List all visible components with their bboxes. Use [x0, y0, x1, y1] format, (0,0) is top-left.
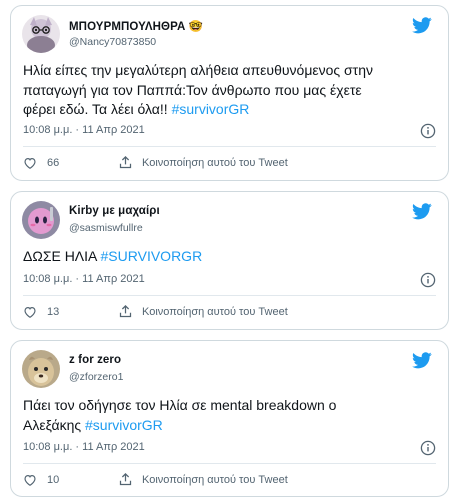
heart-icon	[24, 475, 36, 486]
share-icon	[119, 472, 132, 486]
display-name[interactable]: ΜΠΟΥΡΜΠΟΥΛΗΘΡΑ 🤓	[69, 19, 203, 33]
display-name[interactable]: z for zero	[69, 354, 121, 366]
tweet-meta: 10:08 μ.μ. · 11 Απρ 2021	[23, 440, 436, 456]
hashtag-link[interactable]: #survivorGR	[172, 101, 250, 117]
heart-icon	[24, 307, 36, 318]
hashtag-link[interactable]: #survivorGR	[85, 417, 163, 433]
tweet-meta: 10:08 μ.μ. · 11 Απρ 2021	[23, 123, 436, 139]
timestamp[interactable]: 10:08 μ.μ. · 11 Απρ 2021	[23, 124, 145, 136]
tweet-actions: 66 Κοινοποίηση αυτού του Tweet	[23, 154, 436, 172]
hashtag-link[interactable]: #SURVIVORGR	[101, 248, 203, 264]
info-icon[interactable]	[420, 272, 436, 288]
divider	[23, 463, 436, 464]
like-count: 66	[47, 157, 60, 169]
tweet-header: Kirby με μαχαίρι @sasmiswfullre	[22, 201, 436, 241]
tweet-text: Πάει τον οδήγησε τον Ηλία σε mental brea…	[23, 397, 337, 433]
twitter-bird-icon[interactable]	[412, 17, 432, 34]
tweet-meta: 10:08 μ.μ. · 11 Απρ 2021	[23, 272, 436, 288]
twitter-bird-icon[interactable]	[412, 203, 432, 220]
avatar[interactable]	[22, 201, 60, 239]
heart-icon	[24, 158, 36, 169]
avatar[interactable]	[22, 350, 60, 388]
divider	[23, 146, 436, 147]
tweet-card[interactable]: Kirby με μαχαίρι @sasmiswfullre ΔΩΣΕ ΗΛΙ…	[10, 191, 449, 330]
timestamp[interactable]: 10:08 μ.μ. · 11 Απρ 2021	[23, 273, 145, 285]
user-handle[interactable]: @Nancy70873850	[69, 36, 156, 48]
tweet-header: z for zero @zforzero1	[22, 350, 436, 390]
user-handle[interactable]: @zforzero1	[69, 371, 123, 383]
twitter-bird-icon[interactable]	[412, 352, 432, 369]
like-count: 13	[47, 306, 60, 318]
tweet-card[interactable]: z for zero @zforzero1 Πάει τον οδήγησε τ…	[10, 340, 449, 497]
tweet-text: Ηλία είπες την μεγαλύτερη αλήθεια απευθυ…	[23, 62, 373, 117]
tweet-header: ΜΠΟΥΡΜΠΟΥΛΗΘΡΑ 🤓 @Nancy70873850	[22, 15, 436, 55]
timestamp[interactable]: 10:08 μ.μ. · 11 Απρ 2021	[23, 441, 145, 453]
user-handle[interactable]: @sasmiswfullre	[69, 222, 143, 234]
share-label: Κοινοποίηση αυτού του Tweet	[142, 157, 288, 169]
nerd-emoji: 🤓	[188, 21, 204, 33]
tweet-actions: 10 Κοινοποίηση αυτού του Tweet	[23, 471, 436, 489]
avatar[interactable]	[22, 15, 60, 53]
share-icon	[119, 304, 132, 318]
tweet-text: ΔΩΣΕ ΗΛΙΑ #SURVIVORGR	[23, 248, 203, 264]
share-label: Κοινοποίηση αυτού του Tweet	[142, 306, 288, 318]
info-icon[interactable]	[420, 440, 436, 456]
divider	[23, 295, 436, 296]
like-count: 10	[47, 474, 60, 486]
display-name[interactable]: Kirby με μαχαίρι	[69, 205, 160, 217]
share-icon	[119, 155, 132, 169]
share-label: Κοινοποίηση αυτού του Tweet	[142, 474, 288, 486]
tweet-card[interactable]: ΜΠΟΥΡΜΠΟΥΛΗΘΡΑ 🤓 @Nancy70873850 Ηλία είπ…	[10, 5, 449, 181]
info-icon[interactable]	[420, 123, 436, 139]
tweet-actions: 13 Κοινοποίηση αυτού του Tweet	[23, 303, 436, 321]
